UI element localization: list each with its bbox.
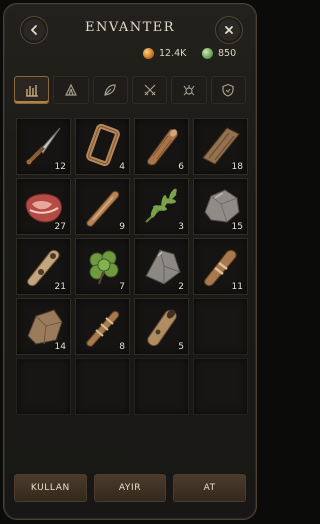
tab-camp[interactable] <box>53 76 89 104</box>
inventory-slot[interactable]: 21 <box>16 238 71 295</box>
item-quantity: 3 <box>178 222 184 232</box>
tab-weapons[interactable] <box>131 76 168 104</box>
action-buttons: KULLAN AYIR AT <box>14 474 247 502</box>
inventory-slot[interactable]: 5 <box>134 298 189 355</box>
empty-slot[interactable] <box>193 358 248 415</box>
inventory-slot[interactable]: 15 <box>193 178 248 235</box>
item-quantity: 11 <box>231 282 243 292</box>
gold-amount: 12.4K <box>159 48 187 59</box>
creature-icon <box>183 85 195 96</box>
item-quantity: 2 <box>178 282 184 292</box>
shield-icon <box>222 83 234 97</box>
category-tabs <box>14 76 246 104</box>
inventory-slot[interactable]: 3 <box>134 178 189 235</box>
empty-slot[interactable] <box>193 298 248 355</box>
item-quantity: 8 <box>119 342 125 352</box>
item-quantity: 6 <box>178 162 184 172</box>
inventory-slot[interactable]: 9 <box>75 178 130 235</box>
inventory-slot[interactable]: 27 <box>16 178 71 235</box>
tab-herbs[interactable] <box>92 76 128 104</box>
inventory-slot[interactable]: 11 <box>193 238 248 295</box>
inventory-slot[interactable]: 14 <box>16 298 71 355</box>
all-items-icon <box>25 85 38 97</box>
item-quantity: 14 <box>54 342 66 352</box>
tab-armor[interactable] <box>210 76 246 104</box>
inventory-slot[interactable]: 4 <box>75 118 130 175</box>
inventory-slot[interactable]: 12 <box>16 118 71 175</box>
tab-all[interactable] <box>14 76 50 104</box>
use-button[interactable]: KULLAN <box>14 474 87 502</box>
gem-currency: 850 <box>202 48 236 59</box>
empty-slot[interactable] <box>75 358 130 415</box>
inventory-slot[interactable]: 7 <box>75 238 130 295</box>
item-quantity: 15 <box>231 222 243 232</box>
item-quantity: 5 <box>178 342 184 352</box>
inventory-slot[interactable]: 6 <box>134 118 189 175</box>
inventory-slot[interactable]: 18 <box>193 118 248 175</box>
gold-currency: 12.4K <box>143 48 186 59</box>
empty-slot[interactable] <box>16 358 71 415</box>
green-gem-icon <box>202 48 213 59</box>
drop-button[interactable]: AT <box>173 474 247 502</box>
tab-creatures[interactable] <box>171 76 207 104</box>
crossed-swords-icon <box>144 84 156 96</box>
close-button[interactable] <box>215 16 243 44</box>
leaf-icon <box>104 84 116 96</box>
inventory-slot[interactable]: 2 <box>134 238 189 295</box>
camp-tent-icon <box>65 83 77 96</box>
item-quantity: 4 <box>119 162 125 172</box>
inventory-panel: ENVANTER 12.4K 850 12 4 6 18 27 9 3 15 2… <box>3 3 257 520</box>
item-quantity: 27 <box>54 222 66 232</box>
gold-coin-icon <box>143 48 154 59</box>
item-quantity: 21 <box>54 282 66 292</box>
item-quantity: 7 <box>119 282 125 292</box>
close-icon <box>225 26 233 34</box>
empty-slot[interactable] <box>134 358 189 415</box>
item-quantity: 12 <box>54 162 66 172</box>
inventory-slot[interactable]: 8 <box>75 298 130 355</box>
split-button[interactable]: AYIR <box>93 474 167 502</box>
gem-amount: 850 <box>218 48 237 59</box>
item-quantity: 18 <box>231 162 243 172</box>
inventory-grid: 12 4 6 18 27 9 3 15 21 7 2 11 14 8 5 <box>16 118 248 418</box>
item-quantity: 9 <box>119 222 125 232</box>
